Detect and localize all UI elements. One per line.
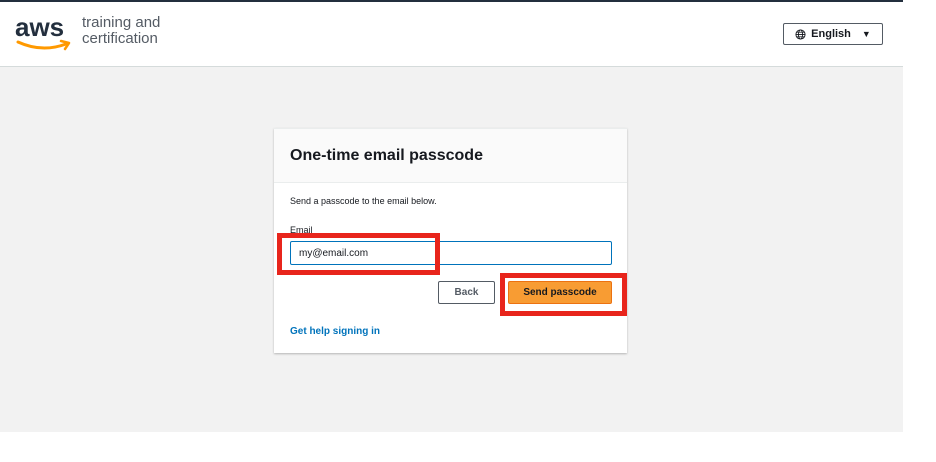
language-label: English: [811, 28, 851, 40]
page-title: One-time email passcode: [290, 147, 483, 164]
logo-tagline: training and certification: [82, 15, 192, 47]
aws-wordmark: aws: [15, 12, 65, 42]
globe-icon: [795, 28, 806, 40]
email-field[interactable]: [290, 241, 612, 265]
send-passcode-button[interactable]: Send passcode: [508, 281, 612, 304]
language-selector[interactable]: English ▼: [783, 23, 883, 45]
passcode-card: One-time email passcode Send a passcode …: [274, 128, 627, 353]
logo-tagline-line2: certification: [82, 30, 158, 47]
logo-tagline-line1: training and: [82, 14, 161, 31]
chevron-down-icon: ▼: [861, 29, 871, 39]
card-description: Send a passcode to the email below.: [290, 196, 437, 206]
aws-training-logo[interactable]: aws training and certification: [15, 12, 175, 58]
help-signin-link[interactable]: Get help signing in: [290, 326, 380, 337]
back-button[interactable]: Back: [438, 281, 495, 304]
card-header: One-time email passcode: [274, 129, 627, 183]
aws-smile-icon: [16, 39, 71, 51]
email-label: Email: [290, 225, 313, 235]
site-header: aws training and certification English ▼: [0, 2, 903, 67]
